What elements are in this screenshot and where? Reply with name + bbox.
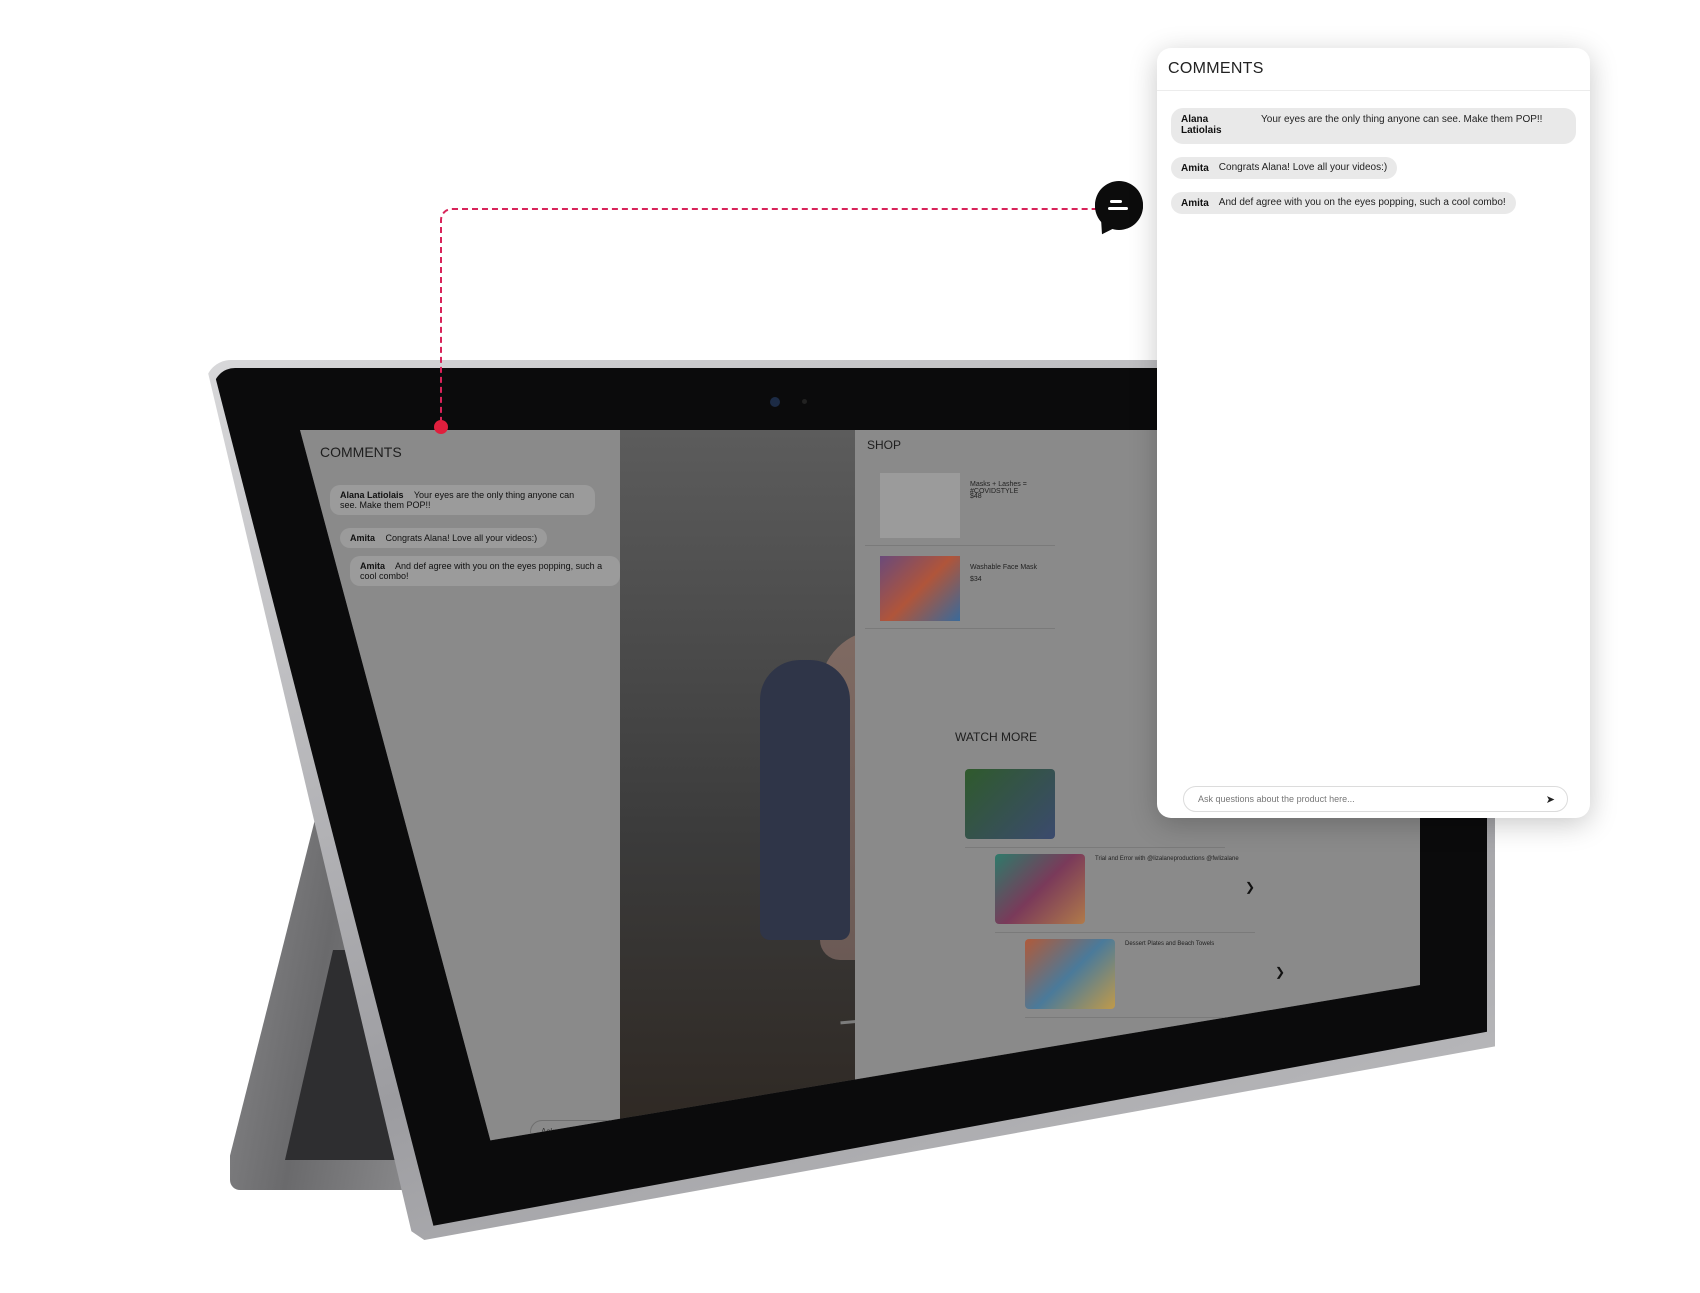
comment-author: Amita <box>1181 162 1209 174</box>
watch-more-item[interactable]: Trial and Error with @lizalaneproduction… <box>995 850 1255 933</box>
video-thumbnail <box>1025 939 1115 1009</box>
shop-item-price: $34 <box>970 576 982 583</box>
shop-item-thumbnail <box>880 473 960 538</box>
screen-comment: Amita Congrats Alana! Love all your vide… <box>340 528 548 548</box>
comments-panel: COMMENTS Alana Latiolais Your eyes are t… <box>1157 48 1590 818</box>
held-garment <box>760 660 850 940</box>
comment-text: Your eyes are the only thing anyone can … <box>1261 114 1543 125</box>
screen-comments-title: COMMENTS <box>320 444 402 460</box>
chat-bubble-icon[interactable] <box>1095 181 1143 229</box>
screen-comment: Alana Latiolais Your eyes are the only t… <box>330 485 595 515</box>
chevron-right-icon[interactable]: ❯ <box>1245 880 1255 894</box>
chat-bubble-line <box>1108 207 1128 210</box>
chevron-right-icon[interactable]: ❯ <box>1275 965 1285 979</box>
video-title: Dessert Plates and Beach Towels <box>1125 941 1215 947</box>
comment-text: And def agree with you on the eyes poppi… <box>1218 197 1506 208</box>
watch-more-item[interactable]: Dessert Plates and Beach Towels ❯ <box>1025 935 1285 1018</box>
screen-comment-author: Alana Latiolais <box>340 490 404 500</box>
comment-author: Alana Latiolais <box>1181 114 1222 136</box>
comment-bubble: Alana Latiolais Your eyes are the only t… <box>1171 108 1576 144</box>
shop-title: SHOP <box>867 438 902 452</box>
send-arrow-icon[interactable]: ➤ <box>1546 793 1555 806</box>
header-divider <box>1157 90 1590 91</box>
chat-bubble-line <box>1110 200 1122 203</box>
shop-item-thumbnail <box>880 556 960 621</box>
video-title: Trial and Error with @lizalaneproduction… <box>1095 856 1239 862</box>
watch-more-title: WATCH MORE <box>955 730 1037 744</box>
shop-item[interactable]: Masks + Lashes = #COVIDSTYLE $48 <box>865 465 1055 546</box>
screen-comment-text: Congrats Alana! Love all your videos:) <box>385 533 538 543</box>
comment-bubble: Amita And def agree with you on the eyes… <box>1171 192 1516 214</box>
shop-item-name: Washable Face Mask <box>970 564 1038 571</box>
comment-input[interactable] <box>1196 793 1546 805</box>
callout-connector-line <box>440 208 1102 430</box>
video-thumbnail <box>965 769 1055 839</box>
shop-item-name: Masks + Lashes = #COVIDSTYLE <box>970 481 1027 495</box>
comment-author: Amita <box>1181 197 1209 209</box>
screen-comment-author: Amita <box>360 561 386 571</box>
video-thumbnail <box>995 854 1085 924</box>
screen-comment-author: Amita <box>350 533 376 543</box>
comment-text: Congrats Alana! Love all your videos:) <box>1218 162 1388 173</box>
screen-comment: Amita And def agree with you on the eyes… <box>350 556 620 586</box>
shop-item[interactable]: Washable Face Mask $34 <box>865 548 1055 629</box>
comment-input-container: ➤ <box>1183 786 1568 812</box>
comments-title: COMMENTS <box>1168 60 1264 77</box>
comment-bubble: Amita Congrats Alana! Love all your vide… <box>1171 157 1398 179</box>
screen-comment-text: And def agree with you on the eyes poppi… <box>360 561 603 581</box>
shop-item-price: $48 <box>970 493 982 500</box>
callout-anchor-dot <box>434 420 448 434</box>
